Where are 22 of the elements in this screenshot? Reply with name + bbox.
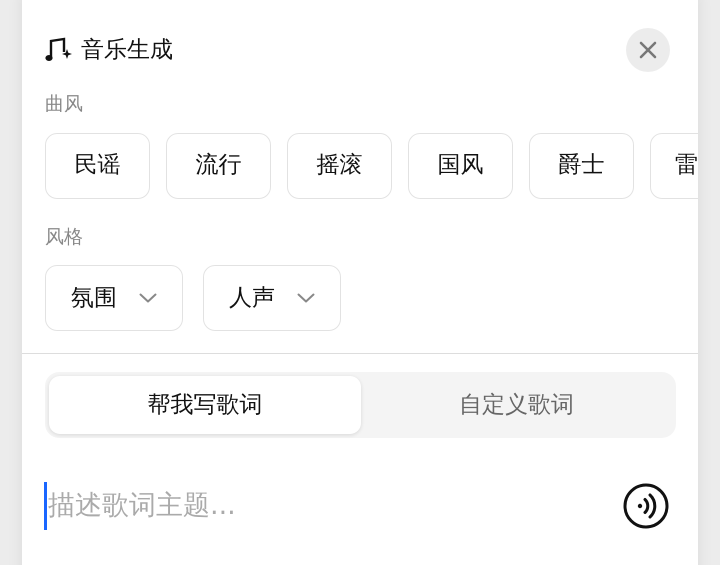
section-label: 曲风 [44, 92, 84, 117]
text-cursor [44, 482, 47, 530]
genre-chip[interactable]: 民谣 [45, 132, 150, 198]
section-label: 风格 [44, 224, 84, 250]
genre-chip[interactable]: 国风 [408, 132, 513, 198]
lyrics-mode-tab[interactable]: 自定义歌词 [360, 376, 672, 434]
dialog-title: 音乐生成 [81, 36, 173, 65]
close-button[interactable] [626, 28, 670, 72]
style-dropdown[interactable]: 人声 [203, 265, 341, 331]
lyrics-input-field[interactable]: 描述歌词主题... [47, 486, 622, 526]
genre-chip[interactable]: 摇滚 [287, 132, 392, 198]
voice-wave-icon [622, 482, 670, 530]
lyrics-mode-tab[interactable]: 帮我写歌词 [49, 376, 360, 434]
voice-input-button[interactable] [622, 482, 670, 530]
close-icon [639, 41, 657, 59]
music-note-sparkle-icon [45, 37, 73, 63]
style-dropdown[interactable]: 氛围 [45, 265, 183, 331]
chevron-down-icon [297, 293, 315, 303]
chevron-down-icon [139, 293, 157, 303]
genre-chip[interactable]: 雷 [650, 132, 698, 198]
genre-chip[interactable]: 爵士 [529, 132, 634, 198]
genre-chip[interactable]: 流行 [166, 132, 271, 198]
